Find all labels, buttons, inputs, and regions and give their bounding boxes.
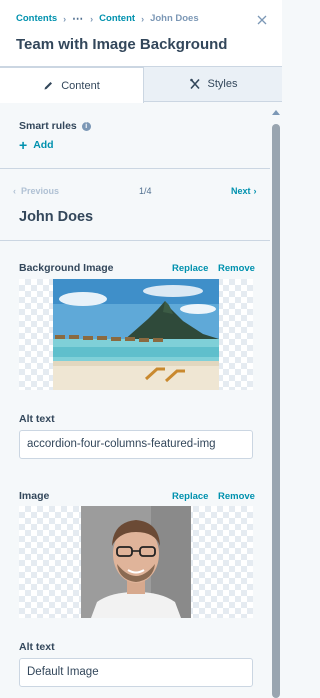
styles-icon bbox=[189, 78, 200, 90]
remove-background-image-button[interactable]: Remove bbox=[218, 263, 255, 274]
tab-styles-label: Styles bbox=[207, 78, 238, 90]
breadcrumb-current: John Does bbox=[150, 13, 199, 24]
divider bbox=[0, 168, 270, 169]
pencil-icon bbox=[44, 82, 53, 90]
breadcrumb-middle-link[interactable]: Content bbox=[99, 13, 135, 24]
next-button[interactable]: Next › bbox=[231, 186, 257, 196]
previous-label: Previous bbox=[21, 186, 60, 196]
tab-content[interactable]: Content bbox=[0, 66, 144, 103]
image-alt-text-input[interactable]: Default Image bbox=[19, 658, 253, 687]
info-icon[interactable]: i bbox=[81, 121, 91, 131]
next-label: Next bbox=[231, 186, 251, 196]
add-smart-rule-button[interactable]: + Add bbox=[19, 137, 54, 153]
image-preview[interactable] bbox=[19, 506, 253, 618]
breadcrumb-root-link[interactable]: Contents bbox=[16, 13, 57, 24]
chevron-right-icon: › bbox=[253, 186, 257, 196]
breadcrumb: Contents › ⋯ › Content › John Does bbox=[16, 12, 199, 25]
item-title: John Does bbox=[19, 209, 94, 225]
scrollbar-thumb[interactable] bbox=[272, 124, 280, 698]
divider bbox=[0, 240, 270, 241]
more-dots-icon[interactable]: ⋯ bbox=[72, 12, 84, 25]
tab-styles[interactable]: Styles bbox=[144, 66, 282, 101]
remove-image-button[interactable]: Remove bbox=[218, 491, 255, 502]
replace-background-image-button[interactable]: Replace bbox=[172, 263, 208, 274]
scroll-up-icon[interactable] bbox=[272, 110, 280, 115]
smart-rules-label: Smart rules i bbox=[19, 120, 91, 132]
beach-image bbox=[53, 279, 219, 390]
chevron-right-icon: › bbox=[63, 13, 67, 24]
pager-count: 1/4 bbox=[139, 186, 152, 196]
portrait-image bbox=[81, 506, 191, 618]
chevron-right-icon: › bbox=[141, 13, 145, 24]
add-label: Add bbox=[33, 139, 54, 151]
background-image-label: Background Image bbox=[19, 262, 114, 274]
image-label: Image bbox=[19, 490, 50, 502]
background-image-preview[interactable] bbox=[19, 279, 253, 390]
smart-rules-text: Smart rules bbox=[19, 120, 77, 132]
image-alt-text-label: Alt text bbox=[19, 641, 55, 653]
close-icon[interactable] bbox=[256, 14, 268, 26]
panel-header: Contents › ⋯ › Content › John Does Team … bbox=[0, 0, 282, 66]
panel-title: Team with Image Background bbox=[16, 36, 228, 53]
plus-icon: + bbox=[19, 137, 28, 153]
replace-image-button[interactable]: Replace bbox=[172, 491, 208, 502]
background-alt-text-input[interactable]: accordion-four-columns-featured-img bbox=[19, 430, 253, 459]
tab-content-label: Content bbox=[61, 79, 100, 92]
previous-button[interactable]: ‹ Previous bbox=[13, 186, 59, 196]
chevron-right-icon: › bbox=[90, 13, 94, 24]
chevron-left-icon: ‹ bbox=[13, 186, 16, 196]
background-alt-text-label: Alt text bbox=[19, 413, 55, 425]
tab-bar: Content Styles bbox=[0, 66, 282, 103]
